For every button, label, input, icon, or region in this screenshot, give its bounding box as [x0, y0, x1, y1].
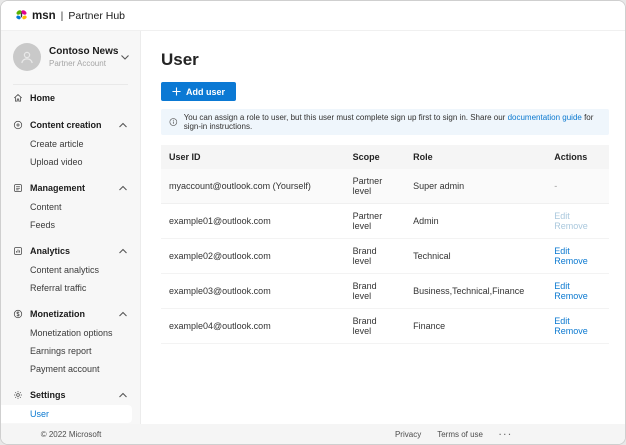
cell-scope: Partner level [345, 169, 405, 204]
sidebar-item-user[interactable]: User [1, 405, 132, 423]
sidebar-item-referral-traffic[interactable]: Referral traffic [1, 279, 140, 297]
cell-scope: Partner level [345, 204, 405, 239]
sidebar-section-content-creation[interactable]: Content creation [1, 115, 140, 135]
sidebar-section-label: Analytics [30, 246, 70, 256]
edit-link[interactable]: Edit [554, 281, 570, 291]
sidebar-item-home[interactable]: Home [1, 88, 140, 108]
remove-link[interactable]: Remove [554, 256, 588, 266]
sidebar-section-monetization[interactable]: Monetization [1, 304, 140, 324]
copyright-text: © 2022 Microsoft [1, 430, 141, 439]
sidebar-section-label: Content creation [30, 120, 102, 130]
column-header-scope: Scope [345, 145, 405, 169]
cell-scope: Brand level [345, 239, 405, 274]
analytics-icon [13, 246, 23, 256]
partner-hub-window: msn | Partner Hub Contoso News Partner A… [0, 0, 626, 445]
account-type: Partner Account [49, 59, 118, 68]
brand-divider: | [61, 10, 64, 22]
cell-user-id: example04@outlook.com [161, 309, 345, 344]
chevron-up-icon [118, 247, 128, 255]
banner-text-before: You can assign a role to user, but this … [184, 113, 508, 122]
table-row: example04@outlook.com Brand level Financ… [161, 309, 609, 344]
sidebar-item-earnings-report[interactable]: Earnings report [1, 342, 140, 360]
brand-msn[interactable]: msn [32, 10, 56, 22]
avatar [13, 43, 41, 71]
sidebar-section-label: Monetization [30, 309, 85, 319]
cell-role: Admin [405, 204, 546, 239]
sidebar-item-upload-video[interactable]: Upload video [1, 153, 140, 171]
home-icon [13, 93, 23, 103]
chevron-up-icon [118, 121, 128, 129]
info-banner: You can assign a role to user, but this … [161, 109, 609, 135]
cell-role: Super admin [405, 169, 546, 204]
account-name: Contoso News [49, 46, 118, 57]
cell-user-id: myaccount@outlook.com (Yourself) [161, 169, 345, 204]
cell-scope: Brand level [345, 274, 405, 309]
remove-link-disabled: Remove [554, 221, 588, 231]
page-title: User [161, 50, 609, 70]
msn-butterfly-logo-icon [15, 9, 28, 22]
info-icon [169, 117, 178, 127]
more-options-ellipsis[interactable]: ··· [499, 430, 513, 439]
sidebar-section-label: Management [30, 183, 85, 193]
sidebar-section-settings[interactable]: Settings [1, 385, 140, 405]
sidebar-divider [13, 84, 128, 85]
brand-product-name: Partner Hub [68, 10, 125, 22]
sidebar-item-feeds[interactable]: Feeds [1, 216, 140, 234]
plus-icon [172, 87, 181, 96]
table-row: example03@outlook.com Brand level Busine… [161, 274, 609, 309]
chevron-up-icon [118, 184, 128, 192]
chevron-up-icon [118, 310, 128, 318]
edit-link[interactable]: Edit [554, 246, 570, 256]
add-user-button-label: Add user [186, 87, 225, 97]
sidebar-item-content[interactable]: Content [1, 198, 140, 216]
cell-scope: Brand level [345, 309, 405, 344]
person-icon [19, 49, 35, 65]
sidebar-item-label: Home [30, 93, 55, 103]
cell-role: Business,Technical,Finance [405, 274, 546, 309]
edit-link[interactable]: Edit [554, 316, 570, 326]
sidebar-section-analytics[interactable]: Analytics [1, 241, 140, 261]
management-icon [13, 183, 23, 193]
banner-text: You can assign a role to user, but this … [184, 113, 601, 131]
add-user-button[interactable]: Add user [161, 82, 236, 101]
sidebar-item-monetization-options[interactable]: Monetization options [1, 324, 140, 342]
remove-link[interactable]: Remove [554, 326, 588, 336]
add-circle-icon [13, 120, 23, 130]
table-row: example01@outlook.com Partner level Admi… [161, 204, 609, 239]
column-header-actions: Actions [546, 145, 609, 169]
column-header-user-id: User ID [161, 145, 345, 169]
cell-user-id: example01@outlook.com [161, 204, 345, 239]
user-table: User ID Scope Role Actions myaccount@out… [161, 145, 609, 344]
top-app-bar: msn | Partner Hub [1, 1, 625, 31]
sidebar-item-content-analytics[interactable]: Content analytics [1, 261, 140, 279]
sidebar-nav: Contoso News Partner Account Home [1, 31, 141, 424]
chevron-down-icon [120, 53, 130, 61]
sidebar-section-label: Settings [30, 390, 66, 400]
sidebar-item-payment-account[interactable]: Payment account [1, 360, 140, 378]
sidebar-section-management[interactable]: Management [1, 178, 140, 198]
chevron-up-icon [118, 391, 128, 399]
privacy-link[interactable]: Privacy [395, 430, 421, 439]
cell-user-id: example03@outlook.com [161, 274, 345, 309]
cell-role: Finance [405, 309, 546, 344]
settings-gear-icon [13, 390, 23, 400]
remove-link[interactable]: Remove [554, 291, 588, 301]
cell-role: Technical [405, 239, 546, 274]
main-content: User Add user You can assign a role to u… [141, 31, 625, 424]
account-switcher[interactable]: Contoso News Partner Account [1, 31, 140, 79]
documentation-guide-link[interactable]: documentation guide [508, 113, 582, 122]
footer-bar: © 2022 Microsoft Privacy Terms of use ··… [1, 424, 625, 444]
column-header-role: Role [405, 145, 546, 169]
table-header-row: User ID Scope Role Actions [161, 145, 609, 169]
terms-of-use-link[interactable]: Terms of use [437, 430, 483, 439]
sidebar-item-create-article[interactable]: Create article [1, 135, 140, 153]
cell-user-id: example02@outlook.com [161, 239, 345, 274]
no-actions-dash: - [554, 181, 557, 191]
edit-link-disabled: Edit [554, 211, 570, 221]
table-row: example02@outlook.com Brand level Techni… [161, 239, 609, 274]
table-row: myaccount@outlook.com (Yourself) Partner… [161, 169, 609, 204]
monetization-icon [13, 309, 23, 319]
